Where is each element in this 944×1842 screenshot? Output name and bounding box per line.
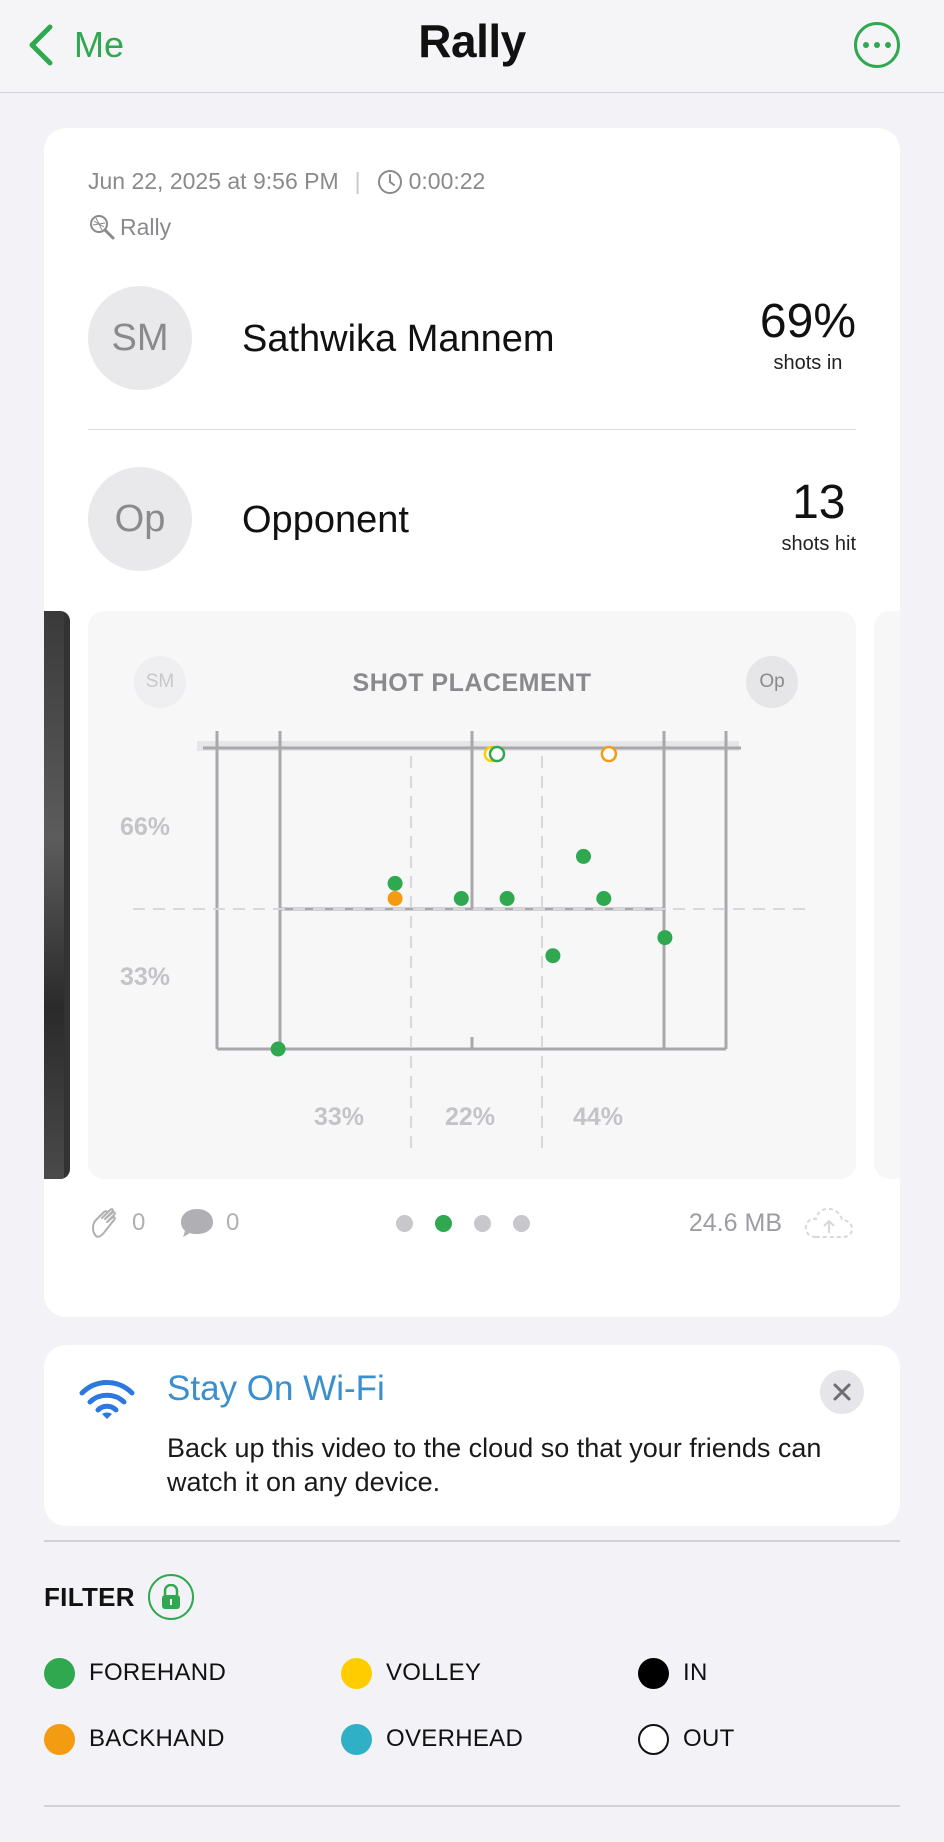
navigation-bar: Me Rally [0,0,944,93]
filter-color-swatch [44,1723,75,1755]
player-stat: 69% shots in [760,294,856,375]
activity-row: Rally [88,213,171,241]
chart-title: SHOT PLACEMENT [352,669,592,697]
depth-label-far: 66% [120,813,171,841]
page-title: Rally [418,15,526,67]
depth-label-near: 33% [120,963,171,991]
filter-color-swatch [341,1723,372,1755]
next-panel-peek[interactable] [874,611,900,1179]
close-banner-button[interactable] [820,1370,864,1414]
wifi-banner-title: Stay On Wi-Fi [167,1369,385,1408]
session-card: Jun 22, 2025 at 9:56 PM | 0:00:22 Rally … [44,128,900,1317]
comments-button[interactable]: 0 [178,1201,239,1245]
cloud-upload-icon[interactable] [802,1203,856,1243]
shot-point-forehand-in[interactable] [270,1041,286,1057]
ellipsis-icon [863,42,869,48]
ellipsis-dot [874,42,880,48]
tennis-racket-icon [90,215,115,240]
avatar: SM [88,286,192,390]
session-duration: 0:00:22 [408,168,486,194]
player-name: Opponent [242,499,409,541]
shot-point-forehand-in[interactable] [657,930,673,946]
filter-color-swatch [638,1723,669,1755]
page-dot-1[interactable] [396,1215,413,1232]
likes-count: 0 [132,1209,146,1236]
filter-item-label: BACKHAND [89,1725,225,1752]
width-label-right: 44% [573,1103,624,1131]
filter-color-swatch [341,1657,372,1689]
filter-item-volley[interactable]: VOLLEY [341,1656,481,1690]
player-divider [88,429,856,430]
player-stat: 13 shots hit [782,475,856,556]
session-datetime: Jun 22, 2025 at 9:56 PM [88,168,339,194]
session-meta: Jun 22, 2025 at 9:56 PM | 0:00:22 [88,168,485,195]
player-name: Sathwika Mannem [242,318,555,360]
activity-label: Rally [120,213,172,240]
shot-point-forehand-in[interactable] [499,891,515,906]
width-label-center: 22% [445,1103,496,1131]
page-indicator[interactable] [396,1215,530,1232]
page-dot-2[interactable] [435,1215,452,1232]
shot-point-forehand-in[interactable] [596,891,612,906]
filter-item-label: VOLLEY [386,1659,482,1686]
tennis-court [133,731,813,1156]
stat-value: 13 [792,476,846,529]
shot-point-backhand-out[interactable] [600,745,618,763]
section-divider [44,1540,900,1542]
filter-item-overhead[interactable]: OVERHEAD [341,1722,523,1756]
filter-color-swatch [44,1657,75,1689]
comments-count: 0 [226,1209,240,1236]
filter-lock-button[interactable] [148,1574,194,1620]
likes-button[interactable]: 0 [88,1201,145,1245]
lock-icon [162,1584,180,1609]
filter-item-label: OUT [683,1725,735,1752]
ellipsis-dot [885,42,891,48]
wifi-icon [79,1380,135,1419]
shot-point-forehand-in[interactable] [545,948,561,964]
file-size: 24.6 MB [688,1209,782,1237]
close-icon [833,1383,851,1401]
avatar: Op [88,467,192,571]
card-footer: 0 0 24.6 MB [88,1201,856,1245]
wifi-banner-body: Back up this video to the cloud so that … [167,1433,822,1497]
filter-item-in[interactable]: IN [638,1656,708,1690]
chart-avatar-right[interactable]: Op [746,656,798,708]
more-options-button[interactable] [854,22,900,68]
shot-point-backhand-in[interactable] [387,891,403,906]
page-dot-4[interactable] [513,1215,530,1232]
meta-separator: | [354,168,361,194]
filter-label: FILTER [44,1582,135,1612]
shot-point-forehand-in[interactable] [453,891,469,906]
shot-point-forehand-out[interactable] [488,745,506,763]
comment-bubble-icon [181,1209,213,1237]
section-divider [44,1805,900,1807]
player-row[interactable]: Op Opponent 13 shots hit [88,467,856,571]
player-row[interactable]: SM Sathwika Mannem 69% shots in [88,286,856,390]
wifi-banner: Stay On Wi-Fi Back up this video to the … [44,1345,900,1526]
filter-item-label: FOREHAND [89,1659,227,1686]
filter-item-label: IN [683,1659,708,1686]
stat-value: 69% [759,295,856,348]
filter-item-label: OVERHEAD [386,1725,524,1752]
page-dot-3[interactable] [474,1215,491,1232]
stat-label: shots hit [781,533,856,555]
filter-color-swatch [638,1657,669,1689]
shot-placement-panel[interactable]: SM SHOT PLACEMENT Op 66% 33% 33% 22% 44% [88,611,856,1179]
width-label-left: 33% [314,1103,365,1131]
shot-point-forehand-in[interactable] [387,875,403,891]
clapping-hands-icon [92,1208,116,1238]
video-thumbnail-peek[interactable] [44,611,70,1179]
filter-item-forehand[interactable]: FOREHAND [44,1656,226,1690]
stat-label: shots in [773,352,843,374]
shot-point-forehand-in[interactable] [576,848,591,864]
clock-icon [377,169,402,194]
filter-item-backhand[interactable]: BACKHAND [44,1722,225,1756]
filter-item-out[interactable]: OUT [638,1722,735,1756]
